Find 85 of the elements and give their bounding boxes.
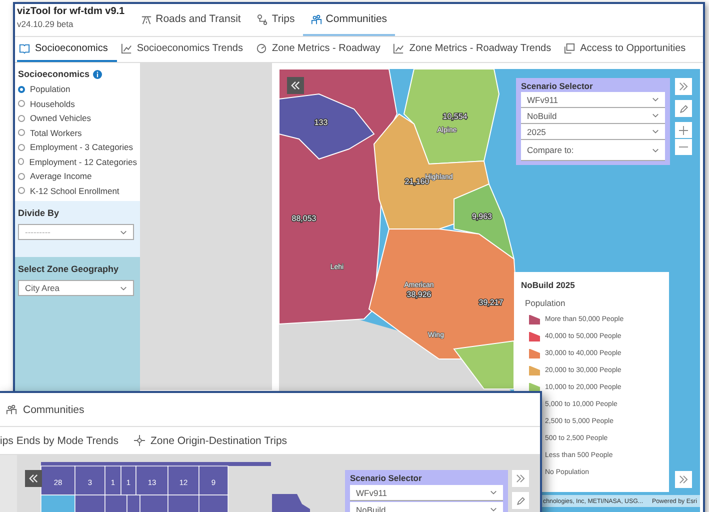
scenario-dropdown[interactable]: WFv911 bbox=[521, 92, 665, 108]
road-icon bbox=[140, 14, 152, 24]
expand-button[interactable] bbox=[512, 470, 529, 487]
map-label: 133 bbox=[314, 118, 328, 127]
line-chart-icon bbox=[393, 43, 404, 54]
radio-option[interactable]: Employment - 12 Categories bbox=[18, 154, 137, 169]
legend-subtitle: Population bbox=[525, 298, 566, 308]
radio-option[interactable]: Employment - 3 Categories bbox=[18, 140, 137, 154]
radio-button[interactable] bbox=[18, 158, 24, 166]
expand-button[interactable] bbox=[675, 471, 692, 488]
radio-option[interactable]: K-12 School Enrollment bbox=[18, 184, 137, 198]
section-tab[interactable]: ips Ends by Mode Trends bbox=[0, 427, 134, 454]
chevron-down-icon bbox=[652, 129, 659, 134]
zoom-in-button[interactable] bbox=[675, 122, 692, 138]
crosshair-icon bbox=[134, 435, 146, 446]
route-icon bbox=[256, 14, 268, 24]
app-title: vizTool for wf-tdm v9.1 bbox=[17, 5, 125, 18]
monitor-icon bbox=[564, 43, 576, 54]
nav-tab[interactable]: Roads and Transit bbox=[132, 4, 249, 36]
radio-button[interactable] bbox=[18, 187, 25, 194]
section-tab[interactable]: Socioeconomics Trends bbox=[118, 37, 252, 62]
radio-option[interactable]: Total Workers bbox=[18, 126, 137, 140]
section-heading: Select Zone Geography bbox=[18, 264, 120, 274]
map-label: 39,217 bbox=[478, 298, 504, 307]
section-heading: Divide By bbox=[18, 208, 60, 218]
panel-title: Scenario Selector bbox=[350, 473, 423, 483]
radio-button[interactable] bbox=[18, 114, 25, 122]
minus-icon bbox=[679, 146, 688, 148]
version-label: v24.10.29 beta bbox=[17, 19, 74, 29]
map-label: 38,926 bbox=[406, 290, 432, 299]
chevron-down-icon bbox=[490, 507, 497, 512]
pencil-icon bbox=[678, 104, 688, 114]
expand-button[interactable] bbox=[675, 78, 692, 95]
line-chart-icon bbox=[120, 43, 132, 54]
radio-button[interactable] bbox=[18, 100, 25, 108]
scenario-dropdown[interactable]: 2025 bbox=[521, 124, 665, 140]
collapse-button[interactable] bbox=[287, 77, 304, 94]
nav-tab[interactable]: Communities bbox=[0, 393, 90, 426]
pencil-icon bbox=[516, 496, 526, 506]
compare-dropdown[interactable]: Compare to: bbox=[521, 140, 665, 161]
double-chevron-right-icon bbox=[516, 474, 525, 483]
section-tab[interactable]: Zone Metrics - Roadway Trends bbox=[391, 37, 560, 62]
scenario-dropdown[interactable]: NoBuild bbox=[521, 108, 665, 124]
map-label: 88,053 bbox=[292, 214, 316, 223]
section-tab[interactable]: Access to Opportunities bbox=[562, 37, 695, 62]
panel-title: Scenario Selector bbox=[521, 81, 594, 91]
edit-button[interactable] bbox=[512, 492, 529, 509]
double-chevron-right-icon bbox=[679, 475, 688, 484]
chevron-down-icon bbox=[120, 286, 127, 290]
collapse-button[interactable] bbox=[25, 470, 42, 487]
double-chevron-left-icon bbox=[29, 474, 38, 483]
radio-option[interactable]: Population bbox=[18, 82, 137, 96]
nav-tab[interactable]: Communities bbox=[302, 4, 396, 36]
radio-option[interactable]: Households bbox=[18, 96, 137, 111]
info-icon[interactable] bbox=[92, 70, 102, 78]
chevron-down-icon bbox=[120, 230, 127, 234]
radio-button[interactable] bbox=[18, 129, 25, 136]
plus-icon bbox=[679, 126, 688, 134]
zone-area bbox=[272, 494, 310, 512]
chevron-down-icon bbox=[652, 148, 659, 152]
zoom-out-button[interactable] bbox=[675, 139, 692, 155]
scenario-dropdown[interactable]: WFv911 bbox=[350, 485, 503, 501]
chevron-down-icon bbox=[652, 113, 659, 118]
section-tab[interactable]: Zone Origin-Destination Trips bbox=[134, 427, 304, 454]
radio-button[interactable] bbox=[18, 86, 25, 93]
gauge-icon bbox=[256, 43, 267, 54]
section-tab[interactable]: Zone Metrics - Roadway bbox=[254, 37, 390, 62]
map-label: 10,554 bbox=[442, 112, 468, 121]
people-icon bbox=[310, 14, 322, 24]
radio-option[interactable]: Average Income bbox=[18, 169, 137, 184]
zone-geography-dropdown[interactable]: City Area bbox=[18, 280, 134, 296]
map-label: 9,963 bbox=[472, 212, 492, 221]
people-icon bbox=[6, 404, 17, 415]
chevron-down-icon bbox=[490, 490, 497, 495]
legend-title: NoBuild 2025 bbox=[521, 280, 576, 290]
edit-button[interactable] bbox=[675, 100, 692, 117]
chevron-down-icon bbox=[652, 97, 659, 102]
double-chevron-left-icon bbox=[291, 81, 300, 90]
radio-button[interactable] bbox=[18, 144, 25, 151]
radio-button[interactable] bbox=[18, 172, 25, 180]
double-chevron-right-icon bbox=[679, 82, 688, 91]
radio-option[interactable]: Owned Vehicles bbox=[18, 111, 137, 126]
nav-tab[interactable]: Trips bbox=[248, 4, 303, 36]
section-heading: Socioeconomics bbox=[18, 69, 90, 79]
book-icon bbox=[19, 43, 30, 54]
